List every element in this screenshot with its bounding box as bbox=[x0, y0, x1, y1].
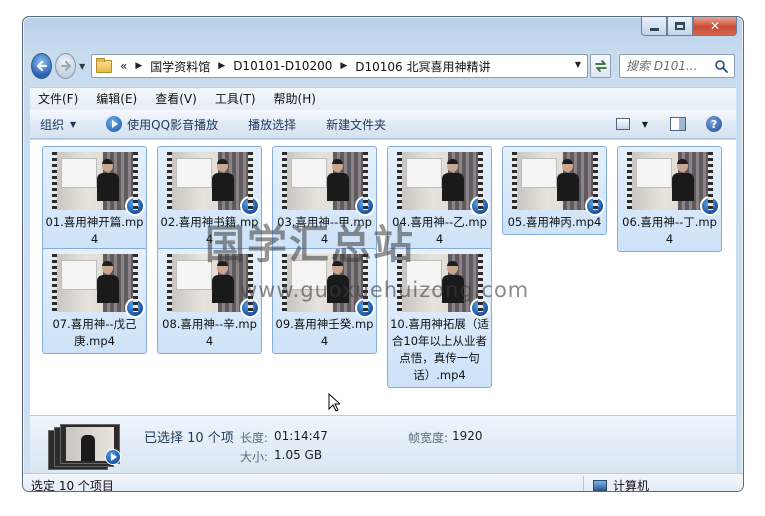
menu-tools[interactable]: 工具(T) bbox=[215, 90, 256, 107]
menu-bar: 文件(F) 编辑(E) 查看(V) 工具(T) 帮助(H) bbox=[30, 87, 736, 109]
menu-view[interactable]: 查看(V) bbox=[155, 90, 197, 107]
caption-buttons: ✕ bbox=[641, 17, 737, 37]
preview-pane-icon[interactable] bbox=[670, 117, 686, 131]
video-play-icon bbox=[124, 298, 145, 318]
view-controls: ▼ ? bbox=[615, 116, 722, 132]
selection-thumbnail-stack bbox=[48, 424, 122, 470]
video-thumbnail bbox=[51, 254, 145, 318]
refresh-button[interactable] bbox=[589, 54, 612, 78]
video-play-icon bbox=[584, 196, 605, 216]
close-button[interactable]: ✕ bbox=[693, 17, 737, 36]
play-with-qq-button[interactable]: 使用QQ影音播放 bbox=[106, 116, 218, 133]
video-thumbnail bbox=[626, 152, 720, 216]
refresh-icon bbox=[594, 60, 607, 72]
close-icon: ✕ bbox=[709, 19, 721, 33]
length-value: 01:14:47 bbox=[274, 429, 328, 443]
qq-player-icon bbox=[106, 116, 123, 132]
location-label: 计算机 bbox=[613, 479, 650, 492]
back-button[interactable] bbox=[31, 53, 53, 79]
file-name: 10.喜用神拓展（适合10年以上从业者点悟，真传一句话）.mp4 bbox=[390, 317, 489, 382]
address-bar[interactable]: « ▶ 国学资料馆 ▶ D10101-D10200 ▶ D10106 北冥喜用神… bbox=[90, 54, 588, 78]
video-thumbnail bbox=[396, 152, 490, 216]
file-name: 09.喜用神壬癸.mp4 bbox=[275, 317, 374, 348]
status-text: 选定 10 个项目 bbox=[31, 479, 114, 492]
help-icon[interactable]: ? bbox=[706, 116, 722, 132]
file-name: 07.喜用神--戊己庚.mp4 bbox=[52, 317, 137, 348]
recent-pages-dropdown[interactable]: ▼ bbox=[79, 62, 87, 71]
new-folder-button[interactable]: 新建文件夹 bbox=[326, 116, 386, 133]
minimize-icon bbox=[649, 27, 659, 31]
size-label: 大小: bbox=[240, 450, 269, 464]
search-input[interactable] bbox=[626, 59, 715, 73]
video-thumbnail bbox=[281, 152, 375, 216]
file-name: 08.喜用神--辛.mp4 bbox=[162, 317, 257, 348]
forward-button[interactable] bbox=[55, 53, 77, 79]
play-with-qq-label: 使用QQ影音播放 bbox=[127, 117, 219, 132]
file-name: 01.喜用神开篇.mp4 bbox=[45, 215, 144, 246]
chevron-down-icon[interactable]: ▼ bbox=[642, 120, 648, 129]
maximize-button[interactable] bbox=[667, 17, 693, 36]
file-item[interactable]: 05.喜用神丙.mp4 bbox=[502, 146, 607, 235]
selected-count: 已选择 10 个项 bbox=[144, 431, 234, 446]
new-folder-label: 新建文件夹 bbox=[326, 117, 387, 132]
status-divider bbox=[583, 476, 584, 491]
video-thumbnail bbox=[166, 152, 260, 216]
breadcrumb-overflow[interactable]: « bbox=[120, 59, 127, 73]
frame-width-value: 1920 bbox=[452, 429, 483, 443]
details-pane: 已选择 10 个项 长度: 01:14:47 大小: 1.05 GB 帧宽度: … bbox=[30, 415, 736, 473]
status-bar: 选定 10 个项目 计算机 bbox=[23, 473, 743, 492]
size-value: 1.05 GB bbox=[274, 448, 323, 462]
file-item[interactable]: 06.喜用神--丁.mp4 bbox=[617, 146, 722, 252]
menu-help[interactable]: 帮助(H) bbox=[274, 90, 316, 107]
video-thumbnail bbox=[511, 152, 605, 216]
stack-frame bbox=[60, 424, 121, 465]
play-selection-label: 播放选择 bbox=[248, 117, 297, 132]
command-bar: 组织 ▼ 使用QQ影音播放 播放选择 新建文件夹 ▼ ? bbox=[30, 109, 736, 139]
chevron-down-icon[interactable]: ▼ bbox=[575, 60, 581, 69]
chevron-down-icon: ▼ bbox=[70, 119, 77, 129]
watermark-text: 国学汇总站 bbox=[205, 222, 415, 268]
search-box bbox=[619, 54, 736, 78]
chevron-right-icon[interactable]: ▶ bbox=[340, 61, 347, 71]
file-item[interactable]: 01.喜用神开篇.mp4 bbox=[42, 146, 147, 252]
arrow-right-icon bbox=[60, 60, 71, 72]
breadcrumb-item[interactable]: D10101-D10200 bbox=[233, 59, 332, 73]
mouse-cursor-icon bbox=[328, 393, 340, 412]
video-thumbnail bbox=[51, 152, 145, 216]
video-play-icon bbox=[105, 449, 121, 465]
minimize-button[interactable] bbox=[641, 17, 667, 36]
menu-edit[interactable]: 编辑(E) bbox=[96, 90, 137, 107]
navigation-row: ▼ « ▶ 国学资料馆 ▶ D10101-D10200 ▶ D10106 北冥喜… bbox=[31, 51, 736, 81]
video-play-icon bbox=[699, 196, 720, 216]
folder-icon bbox=[95, 57, 112, 73]
menu-file[interactable]: 文件(F) bbox=[38, 90, 78, 107]
video-play-icon bbox=[124, 196, 145, 216]
video-play-icon bbox=[469, 196, 490, 216]
file-name: 06.喜用神--丁.mp4 bbox=[622, 215, 717, 246]
organize-button[interactable]: 组织 ▼ bbox=[40, 116, 76, 133]
file-item[interactable]: 07.喜用神--戊己庚.mp4 bbox=[42, 248, 147, 354]
breadcrumb-item[interactable]: D10106 北冥喜用神精讲 bbox=[355, 58, 490, 75]
computer-icon bbox=[593, 480, 607, 491]
chevron-right-icon[interactable]: ▶ bbox=[218, 61, 225, 71]
frame-width-label: 帧宽度: bbox=[408, 431, 449, 445]
organize-label: 组织 bbox=[40, 117, 65, 132]
play-selection-button[interactable]: 播放选择 bbox=[248, 116, 296, 133]
length-label: 长度: bbox=[240, 431, 269, 445]
status-location: 计算机 bbox=[593, 477, 650, 492]
maximize-icon bbox=[675, 22, 685, 30]
breadcrumb-item[interactable]: 国学资料馆 bbox=[150, 58, 210, 75]
arrow-left-icon bbox=[36, 60, 47, 72]
chevron-right-icon[interactable]: ▶ bbox=[135, 61, 142, 71]
change-view-icon[interactable] bbox=[615, 118, 630, 130]
watermark-url: www.guoxuehuizong.com bbox=[240, 278, 530, 302]
search-icon[interactable] bbox=[714, 59, 728, 73]
